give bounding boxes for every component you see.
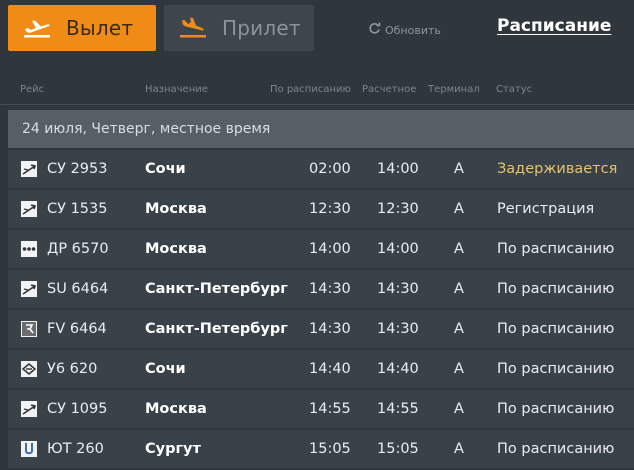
refresh-icon [368, 22, 381, 38]
terminal: A [454, 441, 464, 457]
header-divider [0, 104, 634, 105]
flight-status: По расписанию [497, 241, 615, 257]
terminal: A [454, 241, 464, 257]
col-estimated: Расчетное [362, 84, 417, 95]
plane-departure-icon [20, 15, 54, 41]
tab-departures-label: Вылет [66, 16, 134, 40]
destination: Москва [145, 201, 207, 217]
terminal: A [454, 361, 464, 377]
destination: Санкт-Петербург [145, 281, 288, 297]
flight-number: СУ 1535 [47, 201, 108, 217]
flight-status: Задерживается [497, 161, 618, 177]
estimated-time: 14:55 [377, 401, 419, 417]
table-row[interactable]: СУ 1535 Москва 12:30 12:30 A Регистрация [8, 190, 634, 228]
col-status: Статус [496, 84, 533, 95]
scheduled-time: 14:30 [309, 321, 351, 337]
refresh-label: Обновить [385, 23, 441, 37]
date-header: 24 июля, Четверг, местное время [8, 110, 634, 148]
schedule-link[interactable]: Расписание [497, 16, 611, 36]
flight-number: FV 6464 [47, 321, 107, 337]
flight-status: По расписанию [497, 281, 615, 297]
estimated-time: 14:00 [377, 241, 419, 257]
col-terminal: Терминал [428, 84, 480, 95]
destination: Москва [145, 401, 207, 417]
flights-table: СУ 2953 Сочи 02:00 14:00 A Задерживается СУ 15… [8, 150, 634, 470]
terminal: A [454, 161, 464, 177]
refresh-button[interactable]: Обновить [368, 22, 441, 38]
flight-number: ЮТ 260 [47, 441, 104, 457]
donavia-icon [21, 241, 37, 257]
destination: Сочи [145, 161, 186, 177]
flight-number: СУ 1095 [47, 401, 108, 417]
tab-arrivals[interactable]: Прилет [164, 5, 314, 51]
table-row[interactable]: СУ 1095 Москва 14:55 14:55 A По расписанию [8, 390, 634, 428]
estimated-time: 14:30 [377, 321, 419, 337]
col-destination: Назначение [145, 84, 208, 95]
top-bar: Вылет Прилет Обновить Расписание [0, 0, 634, 62]
estimated-time: 14:30 [377, 281, 419, 297]
column-headers: Рейс Назначение По расписанию Расчетное … [0, 84, 634, 98]
flight-status: По расписанию [497, 401, 615, 417]
utair-icon [21, 441, 37, 457]
aeroflot-icon [21, 281, 37, 297]
scheduled-time: 02:00 [309, 161, 351, 177]
terminal: A [454, 201, 464, 217]
col-scheduled: По расписанию [270, 84, 351, 95]
estimated-time: 14:00 [377, 161, 419, 177]
destination: Москва [145, 241, 207, 257]
scheduled-time: 14:00 [309, 241, 351, 257]
estimated-time: 12:30 [377, 201, 419, 217]
flight-number: У6 620 [47, 361, 98, 377]
terminal: A [454, 401, 464, 417]
flight-status: Регистрация [497, 201, 595, 217]
aeroflot-icon [21, 401, 37, 417]
estimated-time: 14:40 [377, 361, 419, 377]
flight-number: SU 6464 [47, 281, 109, 297]
table-row[interactable]: ДР 6570 Москва 14:00 14:00 A По расписанию [8, 230, 634, 268]
flight-status: По расписанию [497, 321, 615, 337]
flight-number: СУ 2953 [47, 161, 108, 177]
aeroflot-icon [21, 201, 37, 217]
scheduled-time: 14:30 [309, 281, 351, 297]
flight-status: По расписанию [497, 441, 615, 457]
terminal: A [454, 281, 464, 297]
col-flight: Рейс [20, 84, 45, 95]
table-row[interactable]: У6 620 Сочи 14:40 14:40 A По расписанию [8, 350, 634, 388]
tab-departures[interactable]: Вылет [8, 5, 156, 51]
destination: Сочи [145, 361, 186, 377]
tab-arrivals-label: Прилет [222, 16, 301, 40]
destination: Санкт-Петербург [145, 321, 288, 337]
flight-status: По расписанию [497, 361, 615, 377]
date-header-text: 24 июля, Четверг, местное время [22, 121, 271, 137]
table-row[interactable]: ЮТ 260 Сургут 15:05 15:05 A По расписанию [8, 430, 634, 468]
aeroflot-icon [21, 161, 37, 177]
terminal: A [454, 321, 464, 337]
rossiya-icon [21, 321, 37, 337]
table-row[interactable]: FV 6464 Санкт-Петербург 14:30 14:30 A По расп… [8, 310, 634, 348]
table-row[interactable]: СУ 2953 Сочи 02:00 14:00 A Задерживается [8, 150, 634, 188]
scheduled-time: 14:55 [309, 401, 351, 417]
destination: Сургут [145, 441, 201, 457]
flight-number: ДР 6570 [47, 241, 109, 257]
scheduled-time: 14:40 [309, 361, 351, 377]
scheduled-time: 12:30 [309, 201, 351, 217]
plane-arrival-icon [176, 15, 210, 41]
table-row[interactable]: SU 6464 Санкт-Петербург 14:30 14:30 A По расп… [8, 270, 634, 308]
estimated-time: 15:05 [377, 441, 419, 457]
ural-airlines-icon [21, 361, 37, 377]
scheduled-time: 15:05 [309, 441, 351, 457]
